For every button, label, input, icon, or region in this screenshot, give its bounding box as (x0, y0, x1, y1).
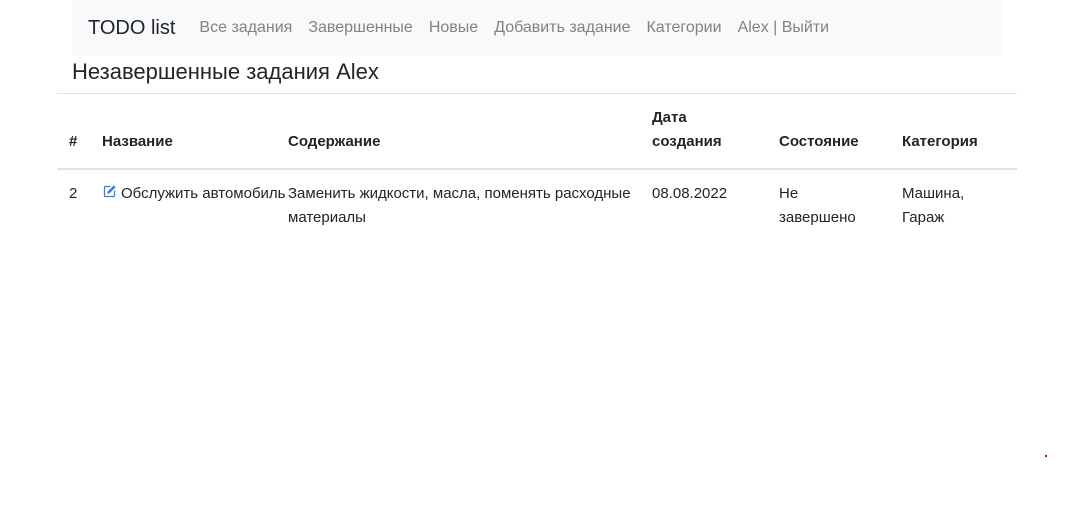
header-content: Содержание (288, 133, 381, 150)
stray-dot (1045, 455, 1047, 457)
table-header: # Название Содержание Дата создания Сост… (57, 93, 1017, 170)
nav-link-user-logout[interactable]: Alex | Выйти (738, 20, 830, 36)
task-name-link[interactable]: Обслужить автомобиль (121, 185, 286, 202)
header-date-label: Дата создания (652, 109, 722, 150)
nav-link-all-tasks[interactable]: Все задания (199, 20, 292, 36)
header-category: Категория (902, 133, 978, 150)
navbar: TODO list Все задания Завершенные Новые … (72, 0, 1002, 56)
page-title: Незавершенные задания Alex (72, 59, 379, 84)
cell-state-label: Не завершено (779, 185, 856, 226)
table-body: 2 Обслужить автомобиль Заменить жидкости… (57, 169, 1017, 230)
tasks-table: # Название Содержание Дата создания Сост… (57, 93, 1017, 230)
cell-content: Заменить жидкости, масла, поменять расхо… (288, 185, 631, 226)
cell-date: 08.08.2022 (652, 185, 728, 202)
cell-state: Не завершено (779, 169, 902, 230)
table-header-row: # Название Содержание Дата создания Сост… (57, 93, 1017, 170)
header-name: Название (102, 133, 173, 150)
nav-link-completed[interactable]: Завершенные (308, 20, 412, 36)
edit-icon[interactable] (102, 184, 117, 199)
cell-category: Машина, Гараж (902, 169, 1017, 230)
cell-category-label: Машина, Гараж (902, 185, 965, 226)
cell-num: 2 (69, 185, 78, 202)
header-num: # (69, 133, 78, 150)
cell-name: Обслужить автомобиль (102, 169, 288, 230)
nav-link-categories[interactable]: Категории (646, 20, 721, 36)
navbar-brand[interactable]: TODO list (88, 18, 175, 38)
header-date: Дата создания (652, 94, 779, 170)
table-row: 2 Обслужить автомобиль Заменить жидкости… (57, 169, 1017, 230)
nav-link-add-task[interactable]: Добавить задание (494, 20, 630, 36)
header-state: Состояние (779, 133, 859, 150)
nav-link-new[interactable]: Новые (429, 20, 478, 36)
